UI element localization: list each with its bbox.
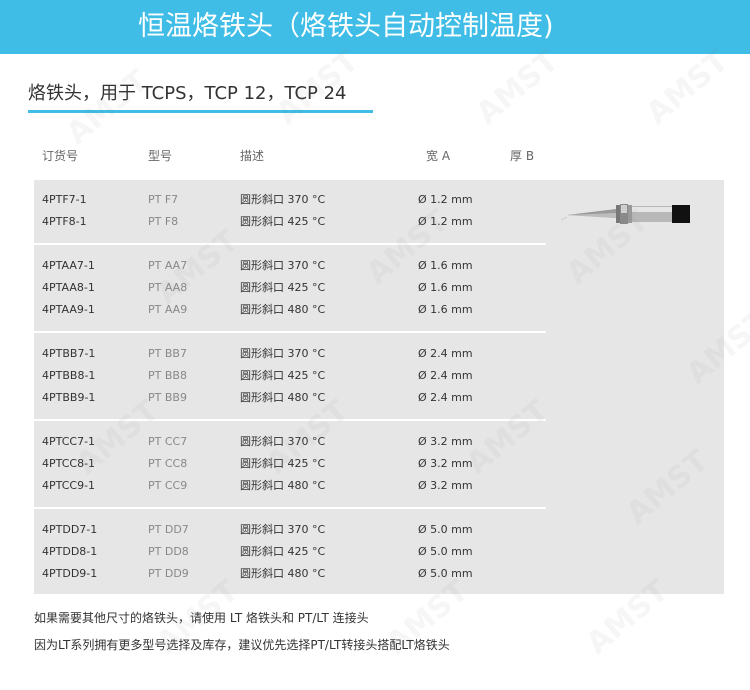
cell-width: Ø 1.6 mm [418,281,473,294]
cell-type: PT DD9 [148,567,189,580]
cell-desc: 圆形斜口 370 °C [240,193,326,206]
table-row: 4PTBB9-1 PT BB9 圆形斜口 480 °C Ø 2.4 mm [34,387,546,409]
table-row: 4PTDD7-1 PT DD7 圆形斜口 370 °C Ø 5.0 mm [34,519,546,541]
cell-type: PT F8 [148,215,179,228]
table-row: 4PTCC9-1 PT CC9 圆形斜口 480 °C Ø 3.2 mm [34,475,546,497]
footer-note-2: 因为LT系列拥有更多型号选择及库存，建议优先选择PT/LT转接头搭配LT烙铁头 [34,638,450,652]
cell-type: PT CC7 [148,435,188,448]
group-separator [34,243,546,245]
table-row: 4PTF8-1 PT F8 圆形斜口 425 °C Ø 1.2 mm [34,211,546,233]
cell-order: 4PTBB7-1 [42,347,96,360]
cell-type: PT BB7 [148,347,187,360]
header-type: 型号 [148,149,173,163]
footer-note-1: 如果需要其他尺寸的烙铁头，请使用 LT 烙铁头和 PT/LT 连接头 [34,611,369,625]
header-thickness: 厚 B [510,149,535,163]
cell-width: Ø 3.2 mm [418,457,473,470]
cell-type: PT DD7 [148,523,189,536]
cell-width: Ø 5.0 mm [418,567,473,580]
cell-order: 4PTCC7-1 [42,435,96,448]
cell-type: PT AA8 [148,281,188,294]
watermark: AMST [639,43,736,132]
cell-width: Ø 3.2 mm [418,435,473,448]
cell-order: 4PTDD7-1 [42,523,98,536]
cell-order: 4PTCC8-1 [42,457,96,470]
cell-order: 4PTDD8-1 [42,545,98,558]
cell-desc: 圆形斜口 370 °C [240,259,326,272]
cell-order: 4PTF7-1 [42,193,87,206]
table-row: 4PTF7-1 PT F7 圆形斜口 370 °C Ø 1.2 mm [34,189,546,211]
title-banner: 恒温烙铁头（烙铁头自动控制温度) [0,0,750,54]
cell-desc: 圆形斜口 370 °C [240,523,326,536]
cell-width: Ø 2.4 mm [418,369,473,382]
cell-order: 4PTAA8-1 [42,281,95,294]
table-row: 4PTAA9-1 PT AA9 圆形斜口 480 °C Ø 1.6 mm [34,299,546,321]
table-header: 订货号 型号 描述 宽 A 厚 B [34,146,724,166]
group-separator [34,507,546,509]
table-row: 4PTBB7-1 PT BB7 圆形斜口 370 °C Ø 2.4 mm [34,343,546,365]
cell-type: PT DD8 [148,545,189,558]
cell-desc: 圆形斜口 370 °C [240,347,326,360]
cell-order: 4PTBB9-1 [42,391,96,404]
table-row: 4PTDD9-1 PT DD9 圆形斜口 480 °C Ø 5.0 mm [34,563,546,585]
cell-width: Ø 2.4 mm [418,391,473,404]
cell-order: 4PTAA9-1 [42,303,95,316]
cell-desc: 圆形斜口 425 °C [240,457,326,470]
cell-type: PT BB8 [148,369,187,382]
cell-desc: 圆形斜口 480 °C [240,303,326,316]
cell-desc: 圆形斜口 425 °C [240,281,326,294]
cell-width: Ø 2.4 mm [418,347,473,360]
cell-desc: 圆形斜口 370 °C [240,435,326,448]
cell-order: 4PTCC9-1 [42,479,96,492]
subtitle-underline [28,110,373,113]
table-row: 4PTAA7-1 PT AA7 圆形斜口 370 °C Ø 1.6 mm [34,255,546,277]
page-title: 恒温烙铁头（烙铁头自动控制温度) [138,11,554,42]
cell-desc: 圆形斜口 480 °C [240,479,326,492]
cell-type: PT BB9 [148,391,187,404]
cell-order: 4PTBB8-1 [42,369,96,382]
cell-type: PT AA7 [148,259,188,272]
cell-width: Ø 1.2 mm [418,193,473,206]
cell-desc: 圆形斜口 480 °C [240,391,326,404]
cell-type: PT CC9 [148,479,188,492]
section-subtitle: 烙铁头，用于 TCPS，TCP 12，TCP 24 [28,83,347,104]
cell-type: PT AA9 [148,303,188,316]
cell-width: Ø 1.6 mm [418,303,473,316]
header-desc: 描述 [240,149,265,163]
cell-desc: 圆形斜口 425 °C [240,215,326,228]
header-width: 宽 A [426,149,451,163]
table-row: 4PTCC8-1 PT CC8 圆形斜口 425 °C Ø 3.2 mm [34,453,546,475]
cell-desc: 圆形斜口 480 °C [240,567,326,580]
cell-width: Ø 5.0 mm [418,523,473,536]
cell-desc: 圆形斜口 425 °C [240,369,326,382]
cell-type: PT F7 [148,193,179,206]
watermark: AMST [469,43,566,132]
table-row: 4PTCC7-1 PT CC7 圆形斜口 370 °C Ø 3.2 mm [34,431,546,453]
product-table: 4PTF7-1 PT F7 圆形斜口 370 °C Ø 1.2 mm 4PTF8-1 PT… [34,180,724,594]
table-row: 4PTBB8-1 PT BB8 圆形斜口 425 °C Ø 2.4 mm [34,365,546,387]
table-row: 4PTAA8-1 PT AA8 圆形斜口 425 °C Ø 1.6 mm [34,277,546,299]
table-row: 4PTDD8-1 PT DD8 圆形斜口 425 °C Ø 5.0 mm [34,541,546,563]
cell-type: PT CC8 [148,457,188,470]
cell-order: 4PTAA7-1 [42,259,95,272]
cell-desc: 圆形斜口 425 °C [240,545,326,558]
cell-order: 4PTF8-1 [42,215,87,228]
cell-width: Ø 1.6 mm [418,259,473,272]
group-separator [34,419,546,421]
soldering-tip-icon [561,204,690,224]
cell-width: Ø 5.0 mm [418,545,473,558]
watermark: AMST [59,63,156,152]
cell-order: 4PTDD9-1 [42,567,98,580]
header-order: 订货号 [42,149,79,163]
cell-width: Ø 3.2 mm [418,479,473,492]
group-separator [34,331,546,333]
cell-width: Ø 1.2 mm [418,215,473,228]
